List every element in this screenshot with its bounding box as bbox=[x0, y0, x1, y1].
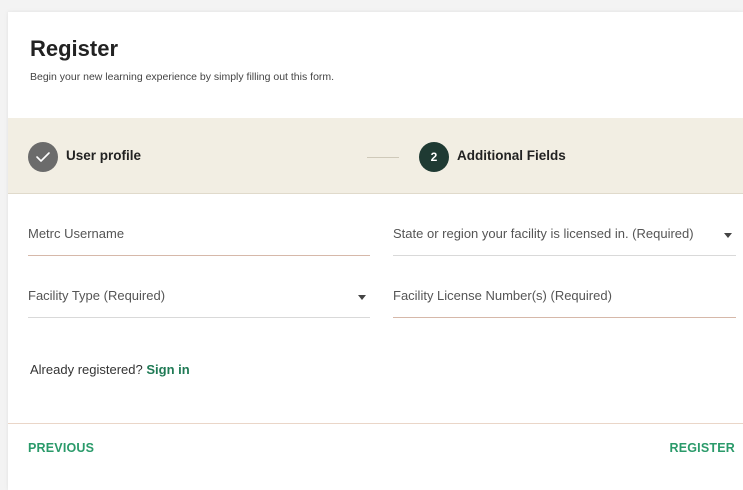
step-additional-fields[interactable]: Additional Fields bbox=[457, 148, 566, 163]
signin-prompt-text: Already registered? bbox=[30, 362, 143, 377]
register-card: Register Begin your new learning experie… bbox=[8, 12, 743, 490]
signin-link[interactable]: Sign in bbox=[146, 362, 189, 377]
state-region-label: State or region your facility is license… bbox=[393, 226, 694, 241]
stepper: User profile 2 Additional Fields bbox=[8, 118, 743, 194]
footer-divider bbox=[8, 423, 743, 424]
facility-license-field[interactable]: Facility License Number(s) (Required) bbox=[393, 278, 736, 318]
step-active-number: 2 bbox=[419, 142, 449, 172]
previous-button[interactable]: PREVIOUS bbox=[28, 441, 94, 455]
chevron-down-icon bbox=[358, 295, 366, 300]
metrc-username-label: Metrc Username bbox=[28, 226, 125, 241]
page-title: Register bbox=[30, 36, 119, 61]
signin-prompt: Already registered? Sign in bbox=[30, 362, 190, 377]
facility-type-label: Facility Type (Required) bbox=[28, 288, 166, 303]
state-region-select[interactable]: State or region your facility is license… bbox=[393, 216, 736, 256]
step-connector bbox=[367, 157, 399, 158]
check-icon bbox=[36, 152, 50, 162]
step-user-profile[interactable]: User profile bbox=[66, 148, 141, 163]
register-button[interactable]: REGISTER bbox=[670, 441, 736, 455]
metrc-username-field[interactable]: Metrc Username bbox=[28, 216, 370, 256]
facility-license-label: Facility License Number(s) (Required) bbox=[393, 288, 612, 303]
page-subtitle: Begin your new learning experience by si… bbox=[30, 71, 335, 83]
chevron-down-icon bbox=[724, 233, 732, 238]
step-completed-indicator bbox=[28, 142, 58, 172]
facility-type-select[interactable]: Facility Type (Required) bbox=[28, 278, 370, 318]
